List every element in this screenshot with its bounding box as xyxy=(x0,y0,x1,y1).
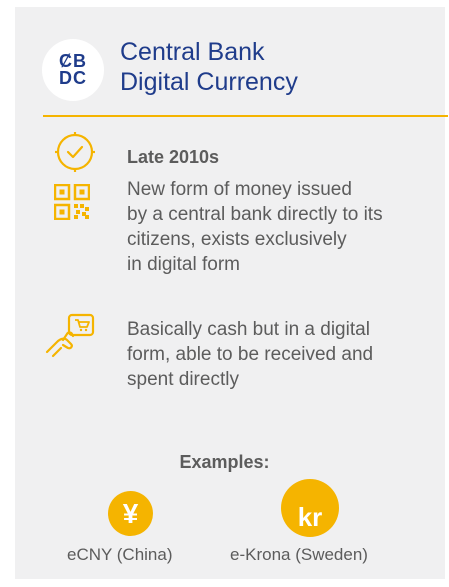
title-line-2: Digital Currency xyxy=(120,68,298,96)
usage-line: form, able to be received and xyxy=(127,344,374,365)
qr-code-icon xyxy=(54,184,90,220)
yuan-coin-icon: ¥ xyxy=(108,491,153,536)
example-label-sweden: e-Krona (Sweden) xyxy=(230,545,368,564)
description-line: citizens, exists exclusively xyxy=(127,229,347,250)
period-text: Late 2010s xyxy=(127,147,220,167)
title-line-1: Central Bank xyxy=(120,38,265,66)
hand-card-payment-icon xyxy=(45,313,95,358)
krona-coin-icon: kr xyxy=(281,479,339,537)
usage-line: spent directly xyxy=(127,369,239,390)
description-text: New form of money issued by a central ba… xyxy=(127,177,383,277)
info-card: ȻB DC Central Bank Digital Currency Late… xyxy=(15,7,448,579)
description-line: by a central bank directly to its xyxy=(127,204,383,225)
logo-text-bottom: DC xyxy=(59,68,87,88)
usage-line: Basically cash but in a digital xyxy=(127,319,370,340)
yuan-symbol: ¥ xyxy=(122,497,139,529)
usage-text: Basically cash but in a digital form, ab… xyxy=(127,317,373,392)
header-divider xyxy=(43,115,448,117)
krona-symbol: kr xyxy=(297,502,323,532)
cbdc-logo: ȻB DC xyxy=(42,39,104,101)
example-label-china: eCNY (China) xyxy=(67,545,173,564)
page-title: Central Bank Digital Currency xyxy=(120,37,298,97)
examples-heading: Examples: xyxy=(179,452,270,472)
description-line: New form of money issued xyxy=(127,179,352,200)
clock-check-icon xyxy=(55,132,95,172)
description-line: in digital form xyxy=(127,254,240,275)
